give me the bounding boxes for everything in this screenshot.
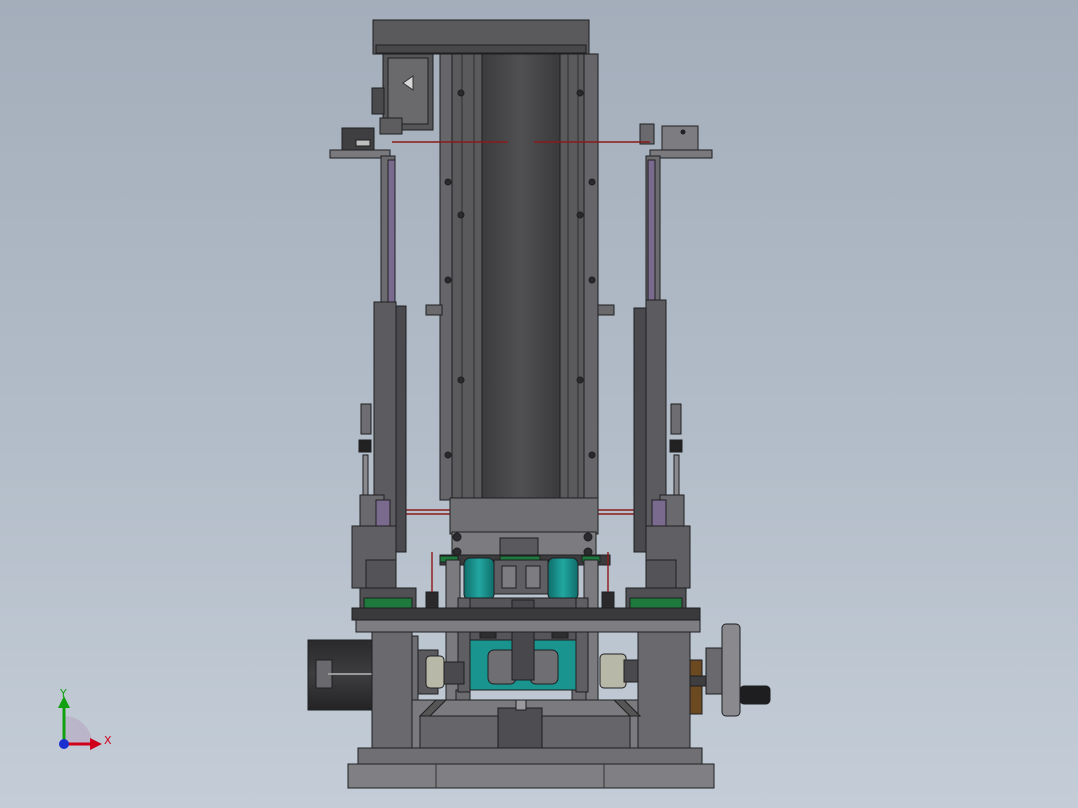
carriage-plate bbox=[449, 497, 599, 559]
right-guide-rail bbox=[633, 155, 691, 591]
triad-quadrant bbox=[64, 716, 92, 744]
right-top-bracket bbox=[639, 123, 713, 159]
cad-viewport[interactable]: Y X bbox=[0, 0, 1078, 808]
top-stepper-motor bbox=[371, 53, 434, 135]
z-axis-dot bbox=[59, 739, 69, 749]
y-axis-label: Y bbox=[59, 687, 67, 700]
left-guide-rail bbox=[351, 155, 407, 591]
machine-assembly bbox=[307, 19, 771, 789]
coordinate-triad: Y X bbox=[58, 687, 112, 750]
x-axis-label: X bbox=[104, 734, 112, 747]
